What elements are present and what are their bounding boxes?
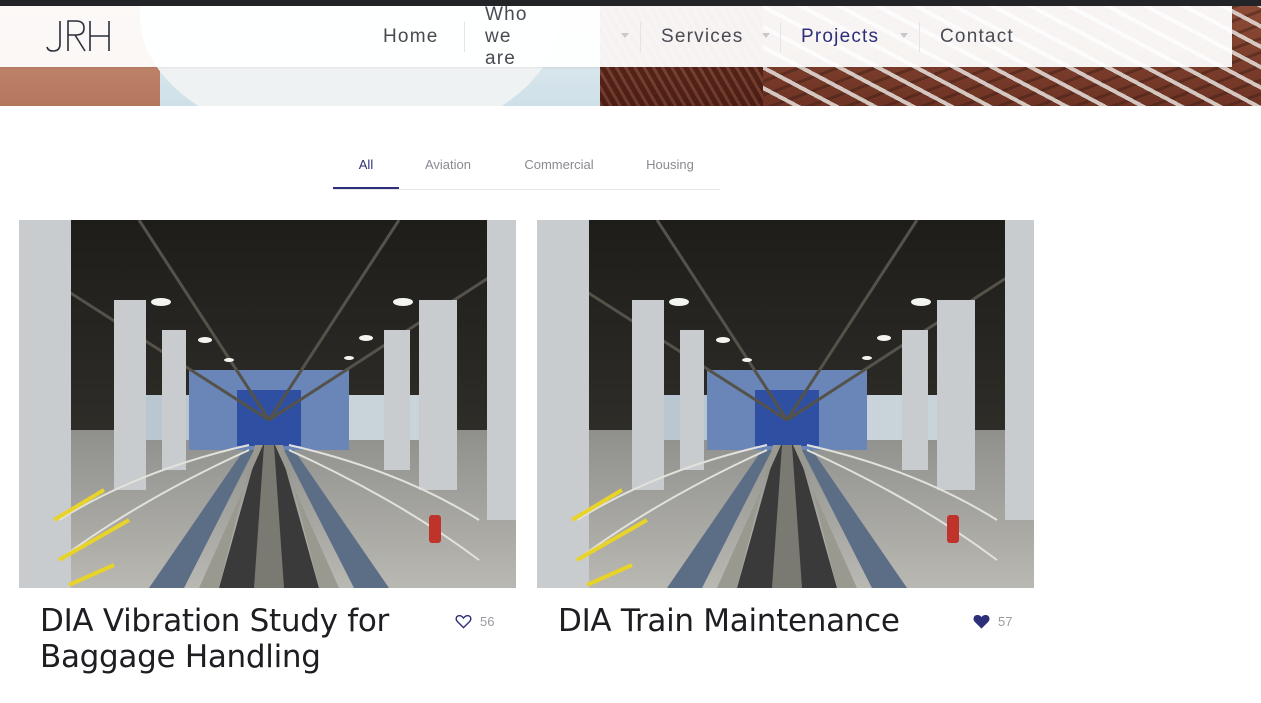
- like-count: 57: [998, 613, 1013, 629]
- site-header: Home Who we are Services Projects Contac…: [0, 4, 1232, 69]
- project-card: DIA Train Maintenance 57: [537, 220, 1034, 690]
- nav-divider: [919, 22, 920, 52]
- jrh-logo-icon: [46, 20, 110, 52]
- nav-who-we-are[interactable]: Who we are: [485, 4, 528, 69]
- nav-projects[interactable]: Projects: [801, 6, 879, 67]
- active-tab-indicator: [333, 187, 399, 189]
- filter-tab-all[interactable]: All: [333, 140, 399, 189]
- project-title[interactable]: DIA Vibration Study for Baggage Handling: [40, 603, 440, 675]
- project-thumbnail[interactable]: [537, 220, 1034, 588]
- nav-contact[interactable]: Contact: [940, 6, 1014, 67]
- nav-services[interactable]: Services: [661, 6, 743, 67]
- train-hall-photo: [537, 220, 1034, 588]
- nav-divider: [780, 22, 781, 52]
- like-count: 56: [480, 613, 495, 629]
- filter-tab-commercial[interactable]: Commercial: [513, 140, 605, 189]
- nav-divider: [464, 22, 465, 52]
- like-button[interactable]: 57: [973, 612, 1012, 630]
- chevron-down-icon[interactable]: [762, 33, 770, 38]
- like-button[interactable]: 56: [455, 612, 494, 630]
- nav-home[interactable]: Home: [383, 6, 438, 67]
- chevron-down-icon[interactable]: [900, 33, 908, 38]
- heart-outline-icon: [455, 614, 472, 629]
- train-hall-photo: [19, 220, 516, 588]
- project-card: DIA Vibration Study for Baggage Handling…: [19, 220, 516, 690]
- filter-tab-aviation[interactable]: Aviation: [413, 140, 483, 189]
- heart-filled-icon: [973, 614, 990, 629]
- chevron-down-icon[interactable]: [621, 33, 629, 38]
- project-filter-tabs: All Aviation Commercial Housing: [333, 140, 720, 190]
- project-title[interactable]: DIA Train Maintenance: [558, 603, 958, 639]
- project-thumbnail[interactable]: [19, 220, 516, 588]
- filter-tab-housing[interactable]: Housing: [635, 140, 705, 189]
- site-logo[interactable]: [46, 20, 112, 54]
- nav-divider: [640, 22, 641, 52]
